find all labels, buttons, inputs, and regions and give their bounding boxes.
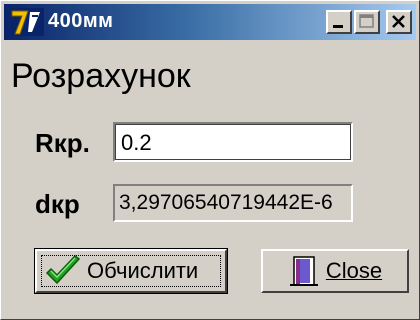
app-window: 400мм Розрахунок Rкр. 0.2 dкр 3,29706540… <box>0 0 420 320</box>
rkp-input[interactable]: 0.2 <box>113 122 353 162</box>
minimize-icon <box>333 25 343 28</box>
door-exit-icon <box>289 256 318 286</box>
window-title: 400мм <box>48 10 114 32</box>
maximize-icon <box>359 14 374 28</box>
calculate-button[interactable]: Обчислити <box>34 248 228 294</box>
calculate-button-label: Обчислити <box>87 258 199 283</box>
rkp-label: Rкр. <box>35 128 90 158</box>
minimize-button[interactable] <box>326 10 352 34</box>
maximize-button[interactable] <box>354 10 380 34</box>
close-button-label: Close <box>325 258 383 283</box>
app-logo-icon <box>10 8 44 36</box>
title-bar[interactable]: 400мм <box>4 4 416 40</box>
close-button[interactable]: Close <box>261 249 409 293</box>
close-icon <box>392 15 405 28</box>
section-heading: Розрахунок <box>11 57 191 95</box>
checkmark-icon <box>45 254 81 285</box>
close-window-button[interactable] <box>386 10 412 34</box>
dkp-result-field: 3,29706540719442E-6 <box>113 184 353 222</box>
dkp-label: dкр <box>35 189 80 219</box>
